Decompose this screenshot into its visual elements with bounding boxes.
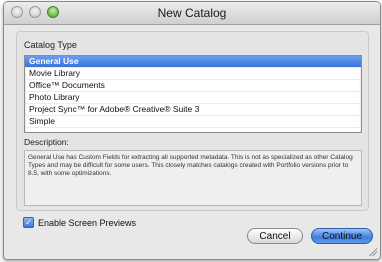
catalog-type-item-simple[interactable]: Simple	[25, 116, 361, 128]
enable-screen-previews-checkbox[interactable]: ✓	[23, 217, 34, 228]
cancel-button[interactable]: Cancel	[247, 228, 303, 244]
catalog-type-list[interactable]: General Use Movie Library Office™ Docume…	[24, 55, 362, 133]
continue-button[interactable]: Continue	[311, 228, 373, 244]
catalog-type-item-project-sync[interactable]: Project Sync™ for Adobe® Creative® Suite…	[25, 104, 361, 116]
catalog-type-group: Catalog Type General Use Movie Library O…	[16, 31, 369, 211]
catalog-type-label: Catalog Type	[24, 40, 77, 50]
resize-grip-icon[interactable]	[368, 247, 377, 256]
enable-screen-previews-label: Enable Screen Previews	[38, 217, 137, 228]
description-text: General Use has Custom Fields for extrac…	[24, 150, 362, 206]
enable-screen-previews-option[interactable]: ✓ Enable Screen Previews	[23, 217, 136, 228]
description-label: Description:	[24, 137, 69, 147]
new-catalog-window: New Catalog Catalog Type General Use Mov…	[3, 1, 381, 260]
window-title: New Catalog	[157, 6, 227, 20]
title-bar[interactable]: New Catalog	[4, 2, 380, 25]
catalog-type-item-general-use[interactable]: General Use	[25, 56, 361, 68]
catalog-type-item-photo-library[interactable]: Photo Library	[25, 92, 361, 104]
catalog-type-item-movie-library[interactable]: Movie Library	[25, 68, 361, 80]
catalog-type-item-office-documents[interactable]: Office™ Documents	[25, 80, 361, 92]
